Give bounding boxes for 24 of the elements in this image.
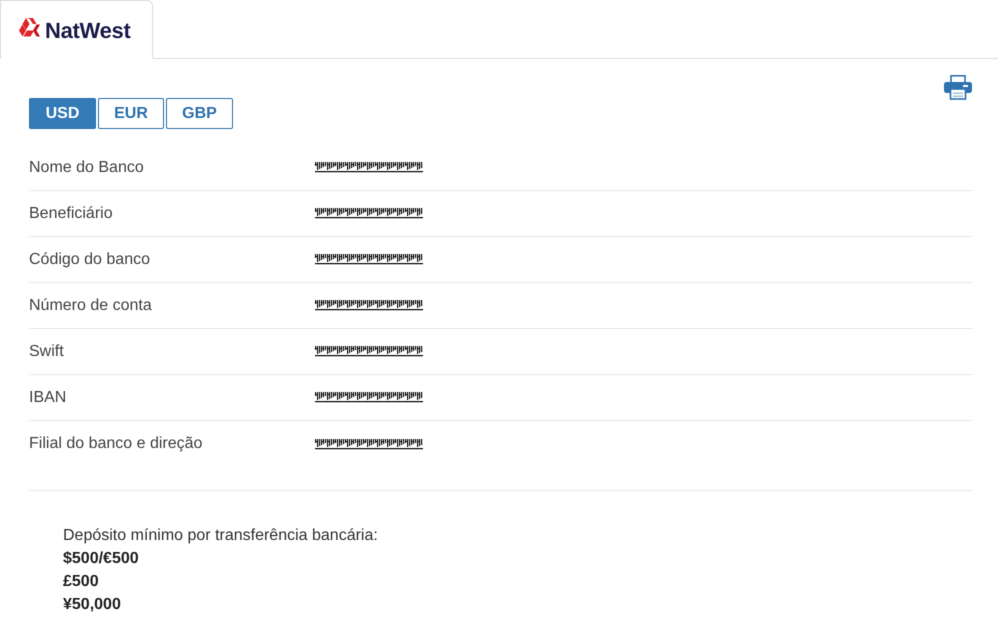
detail-label: Beneficiário (29, 204, 114, 224)
scrambled-value-icon (315, 161, 423, 174)
currency-tab[interactable]: USD (29, 98, 96, 129)
print-icon[interactable] (944, 75, 972, 100)
scrambled-value-icon (315, 438, 423, 450)
deposit-amount: ¥50,000 (63, 595, 121, 615)
bank-tab[interactable]: NatWest (0, 0, 153, 59)
scrambled-value-icon (315, 391, 423, 404)
detail-label: Número de conta (29, 296, 153, 316)
scrambled-value-icon (315, 253, 423, 266)
currency-tab[interactable]: EUR (98, 98, 164, 129)
detail-label: Código do banco (29, 250, 151, 270)
deposit-amount: £500 (63, 572, 99, 592)
scrambled-value-icon (315, 207, 423, 220)
currency-tab[interactable]: GBP (166, 98, 233, 129)
detail-label: Nome do Banco (29, 158, 145, 178)
detail-label: IBAN (29, 388, 68, 408)
detail-label: Filial do banco e direção (29, 434, 204, 454)
scrambled-value-icon (315, 299, 423, 312)
cube-logo-icon (19, 18, 40, 37)
deposit-title: Depósito mínimo por transferência bancária: (63, 526, 378, 546)
scrambled-value-icon (315, 345, 423, 358)
deposit-amount: $500/€500 (63, 549, 139, 569)
detail-label: Swift (29, 342, 65, 362)
